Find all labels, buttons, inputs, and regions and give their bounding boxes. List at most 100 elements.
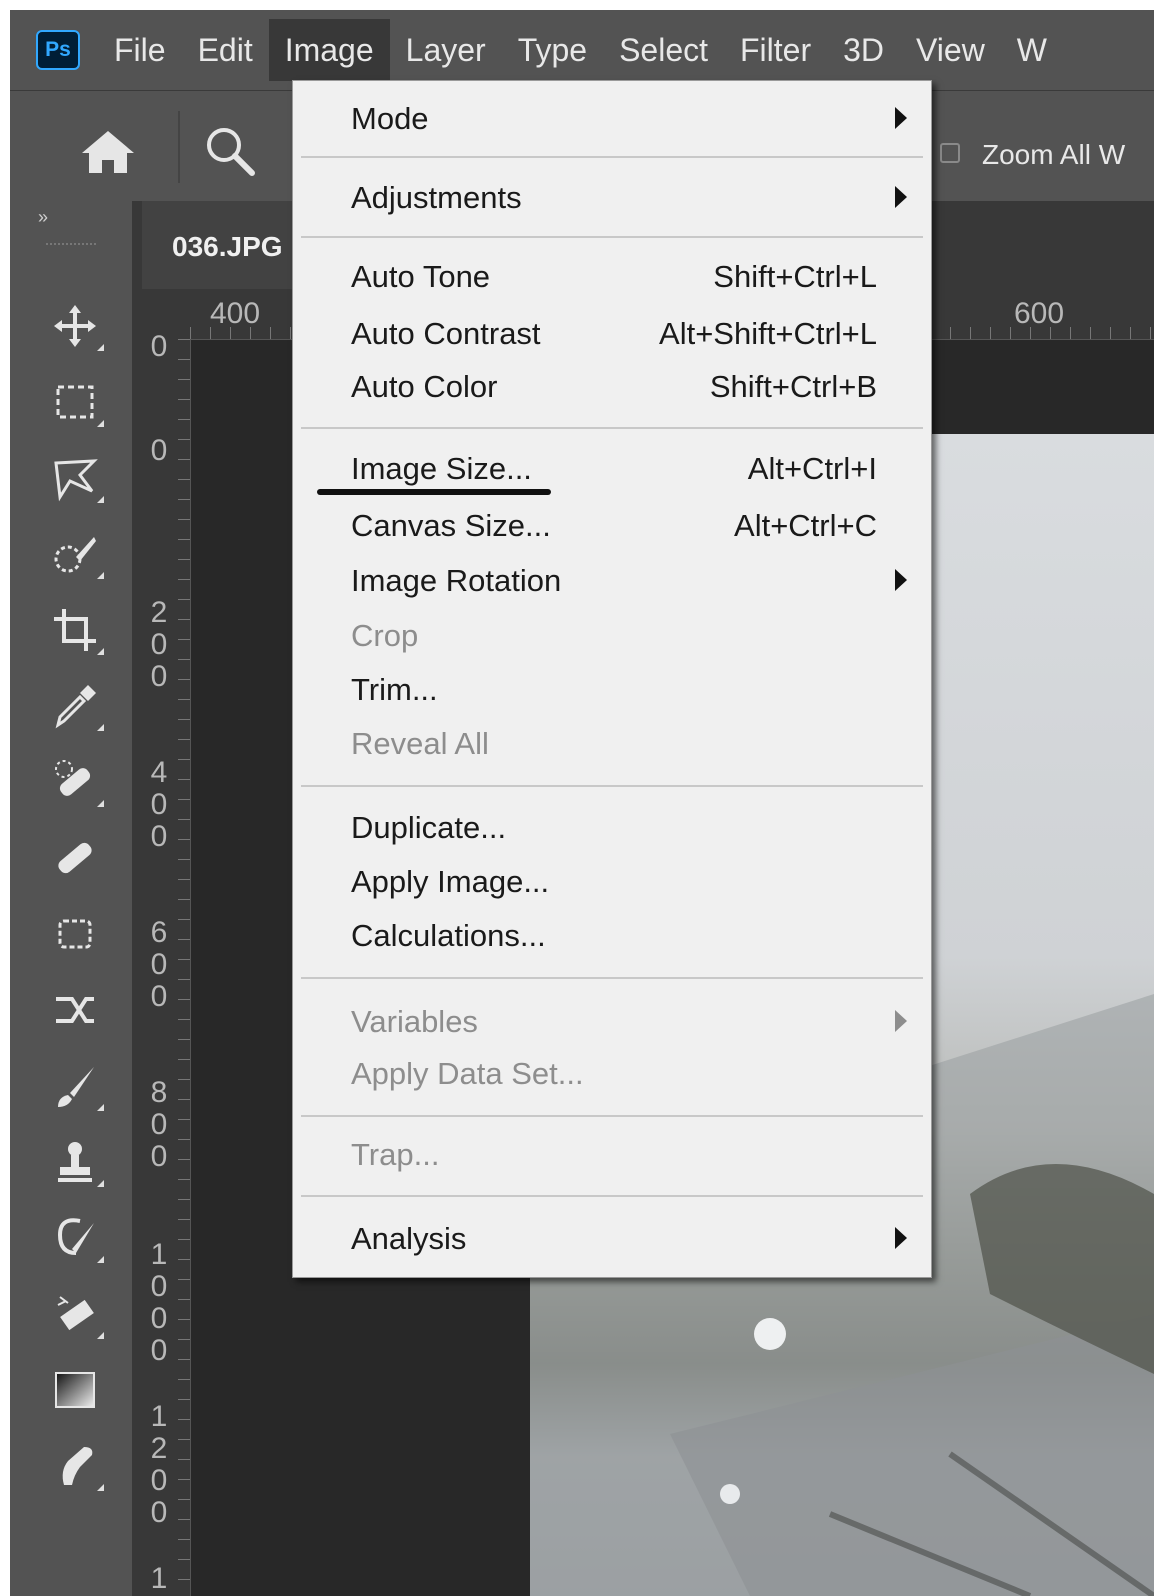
menu-separator [301, 236, 923, 238]
menu-item-auto-tone[interactable]: Auto Tone Shift+Ctrl+L [293, 251, 931, 303]
image-menu-dropdown: Mode Adjustments Auto Tone Shift+Ctrl+L … [292, 80, 932, 1278]
menu-item-label: Image Size... [351, 451, 532, 486]
patch-icon[interactable] [44, 903, 106, 965]
marquee-icon[interactable] [44, 371, 106, 433]
zoom-tool-icon[interactable] [200, 121, 260, 181]
menu-item-apply-image[interactable]: Apply Image... [293, 856, 931, 908]
menu-item-trim[interactable]: Trim... [293, 664, 931, 716]
ruler-label: 600 [1014, 297, 1065, 330]
menu-window[interactable]: W [1001, 19, 1063, 81]
submenu-arrow-icon [895, 569, 907, 591]
menu-edit[interactable]: Edit [182, 19, 269, 81]
submenu-arrow-icon [895, 1227, 907, 1249]
brush-icon[interactable] [44, 1055, 106, 1117]
ruler-label: 1200 [150, 1400, 168, 1529]
content-aware-move-icon[interactable] [44, 979, 106, 1041]
menu-layer[interactable]: Layer [390, 19, 502, 81]
menu-item-label: Apply Image... [351, 864, 550, 899]
eyedropper-icon[interactable] [44, 675, 106, 737]
menu-item-shortcut: Alt+Ctrl+C [734, 508, 877, 543]
menu-item-label: Trap... [351, 1137, 440, 1172]
menu-select[interactable]: Select [603, 19, 724, 81]
menu-item-mode[interactable]: Mode [293, 93, 931, 145]
menu-separator [301, 156, 923, 158]
collapse-panel-icon[interactable]: » [38, 207, 48, 228]
ruler-label: 1000 [150, 1238, 168, 1367]
menu-separator [301, 1115, 923, 1117]
history-brush-icon[interactable] [44, 1207, 106, 1269]
menu-item-calculations[interactable]: Calculations... [293, 910, 931, 962]
menu-item-adjustments[interactable]: Adjustments [293, 172, 931, 224]
menu-item-label: Analysis [351, 1221, 467, 1256]
clone-stamp-icon[interactable] [44, 1131, 106, 1193]
menu-filter[interactable]: Filter [724, 19, 827, 81]
ruler-label: 600 [150, 916, 168, 1013]
menu-item-duplicate[interactable]: Duplicate... [293, 802, 931, 854]
menu-type[interactable]: Type [502, 19, 603, 81]
menu-item-label: Mode [351, 101, 429, 136]
options-divider [178, 111, 180, 183]
menu-item-label: Reveal All [351, 726, 489, 761]
menu-item-label: Image Rotation [351, 563, 562, 598]
menu-item-label: Duplicate... [351, 810, 507, 845]
menu-item-analysis[interactable]: Analysis [293, 1213, 931, 1265]
ruler-label: 200 [150, 596, 168, 693]
menu-item-crop: Crop [293, 610, 931, 662]
menu-item-variables: Variables [293, 996, 931, 1048]
ruler-ticks [178, 339, 190, 1596]
menu-item-label: Apply Data Set... [351, 1056, 584, 1091]
submenu-arrow-icon [895, 1010, 907, 1032]
submenu-arrow-icon [895, 186, 907, 208]
quick-selection-icon[interactable] [44, 523, 106, 585]
menu-item-label: Auto Contrast [351, 316, 541, 351]
home-icon[interactable] [78, 127, 138, 177]
lasso-icon[interactable] [44, 447, 106, 509]
ruler-label: 800 [150, 1076, 168, 1173]
menu-separator [301, 1195, 923, 1197]
eraser-icon[interactable] [44, 1283, 106, 1345]
menu-item-auto-color[interactable]: Auto Color Shift+Ctrl+B [293, 361, 931, 413]
menu-separator [301, 427, 923, 429]
ruler-label: 0 [150, 330, 168, 363]
gradient-icon[interactable] [44, 1359, 106, 1421]
tools-panel: » [10, 201, 132, 1596]
zoom-all-windows-label: Zoom All W [982, 139, 1126, 170]
menu-item-shortcut: Shift+Ctrl+B [709, 369, 877, 404]
menu-item-label: Trim... [351, 672, 438, 707]
menu-item-label: Calculations... [351, 918, 546, 953]
menu-item-label: Auto Tone [351, 259, 491, 294]
menu-view[interactable]: View [900, 19, 1001, 81]
menu-separator [301, 785, 923, 787]
menu-separator [301, 977, 923, 979]
menu-item-shortcut: Alt+Shift+Ctrl+L [659, 316, 877, 351]
menu-item-label: Variables [351, 1004, 478, 1039]
photoshop-logo: Ps [36, 30, 80, 70]
menu-file[interactable]: File [98, 19, 182, 81]
photoshop-window: Ps File Edit Image Layer Type Select Fil… [10, 10, 1154, 1596]
vertical-ruler[interactable]: 0 0 200 400 600 800 1000 1200 1 [132, 331, 191, 1596]
menu-item-canvas-size[interactable]: Canvas Size... Alt+Ctrl+C [293, 500, 931, 552]
menu-image[interactable]: Image [268, 19, 390, 81]
ruler-label: 0 [150, 434, 168, 467]
menu-bar: Ps File Edit Image Layer Type Select Fil… [10, 10, 1154, 90]
menu-item-auto-contrast[interactable]: Auto Contrast Alt+Shift+Ctrl+L [293, 308, 931, 360]
menu-3d[interactable]: 3D [827, 19, 900, 81]
panel-grip[interactable] [46, 243, 96, 249]
spot-healing-icon[interactable] [44, 751, 106, 813]
ruler-label: 400 [150, 756, 168, 853]
ruler-label: 400 [210, 297, 261, 330]
menu-item-label: Auto Color [351, 369, 498, 404]
menu-item-image-size[interactable]: Image Size... Alt+Ctrl+I [293, 443, 931, 495]
menu-item-apply-data-set: Apply Data Set... [293, 1048, 931, 1100]
menu-item-label: Crop [351, 618, 419, 653]
smudge-icon[interactable] [44, 1435, 106, 1497]
ruler-label: 1 [150, 1562, 168, 1595]
menu-item-label: Canvas Size... [351, 508, 551, 543]
move-icon[interactable] [44, 295, 106, 357]
healing-brush-icon[interactable] [44, 827, 106, 889]
menu-item-trap: Trap... [293, 1129, 931, 1181]
menu-item-image-rotation[interactable]: Image Rotation [293, 555, 931, 607]
menu-item-reveal-all: Reveal All [293, 718, 931, 770]
crop-icon[interactable] [44, 599, 106, 661]
zoom-all-windows-checkbox[interactable] [940, 143, 960, 163]
